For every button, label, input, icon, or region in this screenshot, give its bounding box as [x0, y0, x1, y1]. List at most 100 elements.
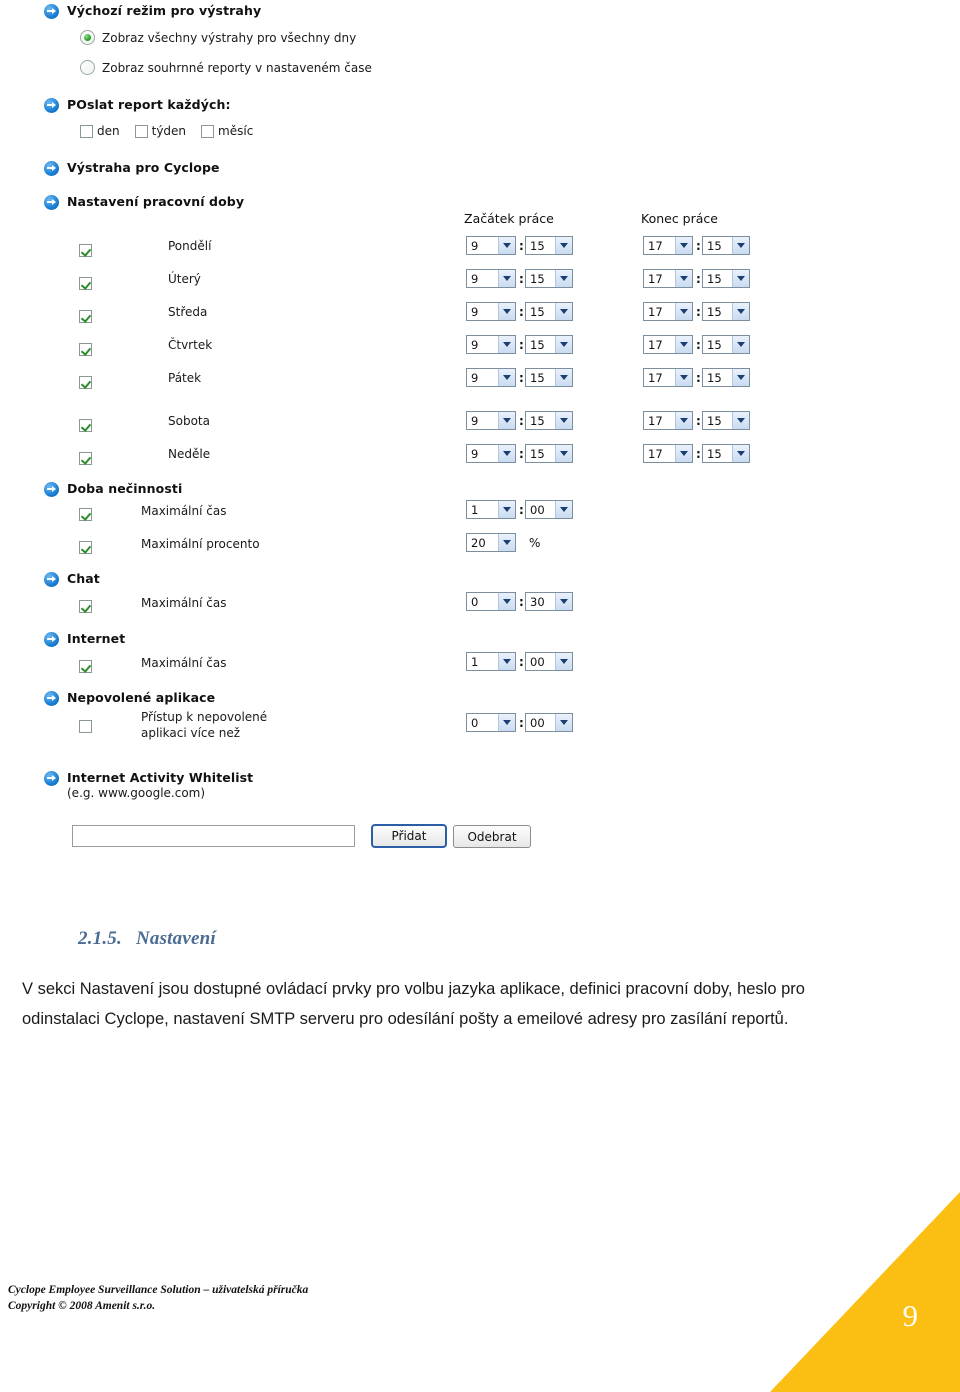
dropdown-day-2-start-hours[interactable]: 9	[466, 302, 516, 321]
chevron-down-icon[interactable]	[498, 237, 515, 254]
dropdown-day-3-end-hours[interactable]: 17	[643, 335, 693, 354]
checkbox-icon-disallowed-app-rule[interactable]	[79, 720, 92, 733]
chevron-down-icon[interactable]	[555, 237, 572, 254]
checkbox-icon-internet-max-time[interactable]	[79, 660, 92, 673]
chevron-down-icon[interactable]	[675, 369, 692, 386]
chevron-down-icon[interactable]	[732, 445, 749, 462]
dropdown-chat-max-hours[interactable]: 0	[466, 592, 516, 611]
chevron-down-icon[interactable]	[555, 412, 572, 429]
checkbox-icon-day-0[interactable]	[79, 244, 92, 257]
checkbox-icon-day-6[interactable]	[79, 452, 92, 465]
chevron-down-icon[interactable]	[498, 534, 515, 551]
dropdown-disallowed-hours[interactable]: 0	[466, 713, 516, 732]
radio-icon-summary-reports[interactable]	[80, 60, 95, 75]
dropdown-day-3-start-hours[interactable]: 9	[466, 335, 516, 354]
checkbox-icon-day[interactable]	[80, 124, 93, 138]
dropdown-internet-max-hours[interactable]: 1	[466, 652, 516, 671]
chevron-down-icon[interactable]	[732, 369, 749, 386]
chevron-down-icon[interactable]	[675, 270, 692, 287]
chevron-down-icon[interactable]	[498, 369, 515, 386]
dropdown-day-5-start-minutes[interactable]: 15	[525, 411, 573, 430]
dropdown-idle-max-percent[interactable]: 20	[466, 533, 516, 552]
checkbox-icon-chat-max-time[interactable]	[79, 600, 92, 613]
dropdown-day-0-end-hours[interactable]: 17	[643, 236, 693, 255]
dropdown-day-4-start-minutes[interactable]: 15	[525, 368, 573, 387]
dropdown-day-2-start-minutes[interactable]: 15	[525, 302, 573, 321]
chevron-down-icon[interactable]	[498, 445, 515, 462]
dropdown-chat-max-minutes[interactable]: 30	[525, 592, 573, 611]
dropdown-disallowed-minutes[interactable]: 00	[525, 713, 573, 732]
chevron-down-icon[interactable]	[675, 237, 692, 254]
chevron-down-icon[interactable]	[498, 303, 515, 320]
chevron-down-icon[interactable]	[732, 237, 749, 254]
chevron-down-icon[interactable]	[498, 714, 515, 731]
dropdown-day-0-start-hours[interactable]: 9	[466, 236, 516, 255]
chevron-down-icon[interactable]	[555, 501, 572, 518]
checkbox-idle-max-time[interactable]	[79, 504, 92, 523]
checkbox-icon-idle-max-percent[interactable]	[79, 541, 92, 554]
chevron-down-icon[interactable]	[675, 412, 692, 429]
checkbox-icon-day-2[interactable]	[79, 310, 92, 323]
checkbox-day-6[interactable]	[79, 448, 92, 467]
checkbox-day-3[interactable]	[79, 339, 92, 358]
checkbox-icon-idle-max-time[interactable]	[79, 508, 92, 521]
dropdown-day-5-end-hours[interactable]: 17	[643, 411, 693, 430]
chevron-down-icon[interactable]	[555, 369, 572, 386]
radio-icon-all-alerts[interactable]	[80, 30, 95, 45]
dropdown-day-0-end-minutes[interactable]: 15	[702, 236, 750, 255]
chevron-down-icon[interactable]	[555, 270, 572, 287]
dropdown-day-4-end-minutes[interactable]: 15	[702, 368, 750, 387]
whitelist-input[interactable]	[72, 825, 355, 847]
checkbox-day-4[interactable]	[79, 372, 92, 391]
chevron-down-icon[interactable]	[732, 412, 749, 429]
chevron-down-icon[interactable]	[555, 336, 572, 353]
chevron-down-icon[interactable]	[555, 445, 572, 462]
dropdown-day-6-start-minutes[interactable]: 15	[525, 444, 573, 463]
checkbox-day-1[interactable]	[79, 273, 92, 292]
chevron-down-icon[interactable]	[675, 303, 692, 320]
dropdown-day-5-start-hours[interactable]: 9	[466, 411, 516, 430]
checkbox-icon-day-1[interactable]	[79, 277, 92, 290]
dropdown-day-1-start-minutes[interactable]: 15	[525, 269, 573, 288]
dropdown-day-6-end-hours[interactable]: 17	[643, 444, 693, 463]
chevron-down-icon[interactable]	[732, 336, 749, 353]
dropdown-day-6-start-hours[interactable]: 9	[466, 444, 516, 463]
chevron-down-icon[interactable]	[555, 653, 572, 670]
checkbox-item-day[interactable]: den	[80, 124, 120, 138]
checkbox-item-week[interactable]: týden	[134, 124, 186, 138]
chevron-down-icon[interactable]	[498, 653, 515, 670]
checkbox-item-month[interactable]: měsíc	[201, 124, 253, 138]
dropdown-day-3-start-minutes[interactable]: 15	[525, 335, 573, 354]
checkbox-icon-day-4[interactable]	[79, 376, 92, 389]
dropdown-day-1-start-hours[interactable]: 9	[466, 269, 516, 288]
dropdown-internet-max-minutes[interactable]: 00	[525, 652, 573, 671]
dropdown-idle-max-hours[interactable]: 1	[466, 500, 516, 519]
chevron-down-icon[interactable]	[732, 270, 749, 287]
radio-option-all-alerts[interactable]: Zobraz všechny výstrahy pro všechny dny	[80, 30, 356, 45]
chevron-down-icon[interactable]	[498, 501, 515, 518]
chevron-down-icon[interactable]	[498, 593, 515, 610]
checkbox-day-5[interactable]	[79, 415, 92, 434]
chevron-down-icon[interactable]	[555, 714, 572, 731]
checkbox-day-0[interactable]	[79, 240, 92, 259]
radio-option-summary-reports[interactable]: Zobraz souhrnné reporty v nastaveném čas…	[80, 60, 372, 75]
chevron-down-icon[interactable]	[675, 445, 692, 462]
chevron-down-icon[interactable]	[498, 412, 515, 429]
checkbox-icon-day-5[interactable]	[79, 419, 92, 432]
dropdown-day-0-start-minutes[interactable]: 15	[525, 236, 573, 255]
whitelist-input-field[interactable]	[73, 827, 354, 847]
chevron-down-icon[interactable]	[732, 303, 749, 320]
dropdown-day-1-end-hours[interactable]: 17	[643, 269, 693, 288]
checkbox-icon-day-3[interactable]	[79, 343, 92, 356]
add-button[interactable]: Přidat	[371, 824, 447, 848]
dropdown-day-4-start-hours[interactable]: 9	[466, 368, 516, 387]
checkbox-day-2[interactable]	[79, 306, 92, 325]
dropdown-idle-max-minutes[interactable]: 00	[525, 500, 573, 519]
dropdown-day-6-end-minutes[interactable]: 15	[702, 444, 750, 463]
checkbox-idle-max-percent[interactable]	[79, 537, 92, 556]
dropdown-day-1-end-minutes[interactable]: 15	[702, 269, 750, 288]
remove-button[interactable]: Odebrat	[453, 825, 531, 848]
dropdown-day-2-end-hours[interactable]: 17	[643, 302, 693, 321]
chevron-down-icon[interactable]	[498, 336, 515, 353]
dropdown-day-2-end-minutes[interactable]: 15	[702, 302, 750, 321]
